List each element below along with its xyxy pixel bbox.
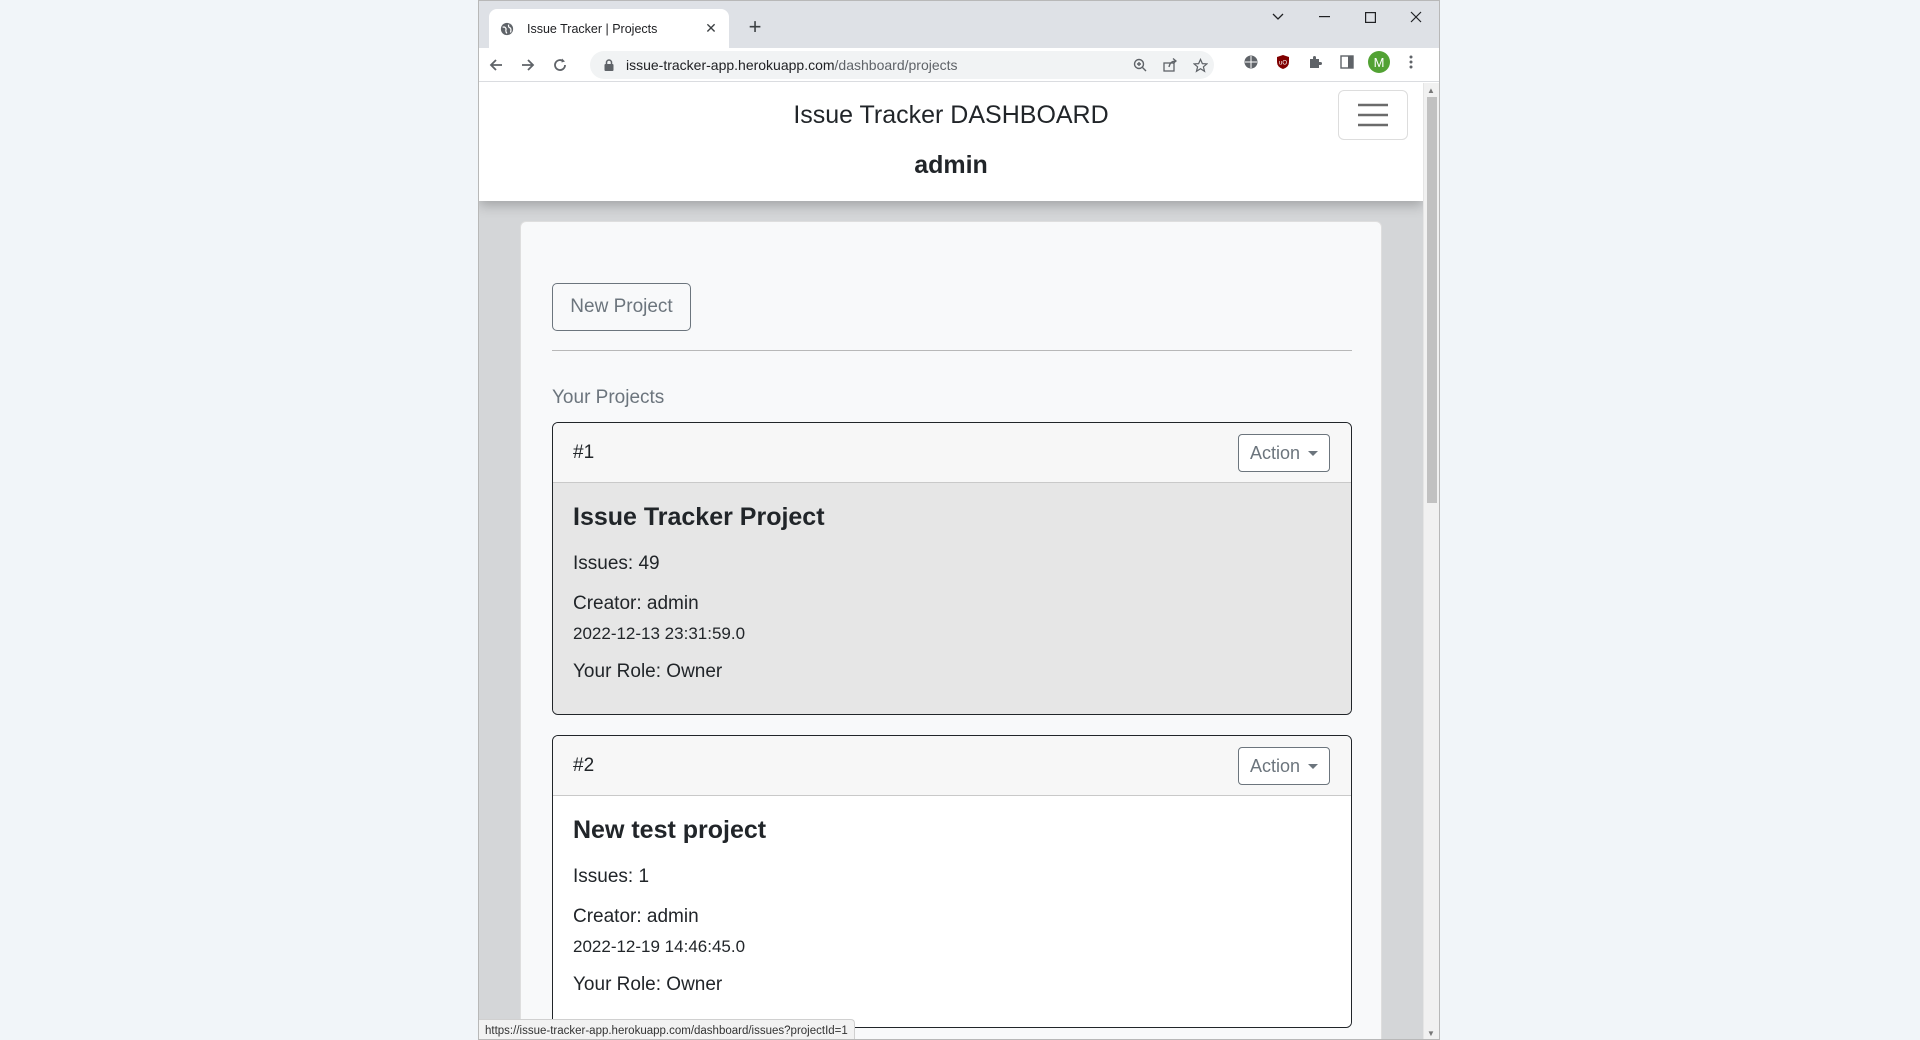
- project-created-date: 2022-12-19 14:46:45.0: [573, 937, 746, 956]
- section-heading: Your Projects: [552, 387, 665, 408]
- svg-text:uO: uO: [1279, 61, 1287, 67]
- address-bar[interactable]: issue-tracker-app.herokuapp.com/dashboar…: [590, 51, 1214, 79]
- new-project-button[interactable]: New Project: [552, 283, 691, 331]
- profile-avatar[interactable]: M: [1368, 51, 1390, 73]
- scroll-up-icon[interactable]: ▲: [1427, 86, 1435, 95]
- close-window-icon[interactable]: [1393, 1, 1439, 33]
- minimize-icon[interactable]: [1301, 1, 1347, 33]
- project-card-body[interactable]: New test project Issues: 1 Creator: admi…: [553, 796, 1351, 1027]
- project-created-date: 2022-12-13 23:31:59.0: [573, 624, 746, 643]
- divider: [552, 350, 1352, 351]
- action-dropdown-button[interactable]: Action: [1238, 747, 1330, 785]
- url-path: /dashboard/projects: [834, 57, 958, 73]
- close-tab-icon[interactable]: ✕: [703, 20, 719, 37]
- project-card-header: #2 Action: [553, 736, 1351, 796]
- url-host: issue-tracker-app.herokuapp.com: [626, 57, 835, 73]
- extension-globe-icon[interactable]: [1240, 51, 1262, 73]
- page-title: Issue Tracker DASHBOARD: [793, 101, 1109, 129]
- action-dropdown-button[interactable]: Action: [1238, 434, 1330, 472]
- side-panel-icon[interactable]: [1336, 51, 1358, 73]
- project-name: Issue Tracker Project: [573, 503, 825, 531]
- zoom-icon[interactable]: [1132, 57, 1148, 73]
- project-number: #1: [573, 442, 595, 463]
- project-number: #2: [573, 755, 595, 776]
- link-status-bar: https://issue-tracker-app.herokuapp.com/…: [479, 1019, 855, 1039]
- project-creator: Creator: admin: [573, 593, 699, 614]
- page-scrollbar[interactable]: ▲ ▼: [1423, 83, 1439, 1039]
- project-name: New test project: [573, 816, 767, 844]
- project-issues: Issues: 49: [573, 553, 660, 574]
- extensions-puzzle-icon[interactable]: [1304, 51, 1326, 73]
- hamburger-icon: [1358, 103, 1388, 127]
- tab-search-icon[interactable]: [1255, 1, 1301, 33]
- active-tab[interactable]: Issue Tracker | Projects ✕: [489, 9, 729, 48]
- project-creator: Creator: admin: [573, 906, 699, 927]
- lock-icon[interactable]: [602, 58, 616, 72]
- browser-menu-icon[interactable]: [1400, 51, 1422, 73]
- tab-strip: Issue Tracker | Projects ✕ +: [479, 1, 1439, 48]
- tab-title: Issue Tracker | Projects: [527, 21, 658, 36]
- username: admin: [914, 151, 988, 179]
- globe-icon: [499, 21, 515, 37]
- desktop: Issue Tracker | Projects ✕ + issue-track…: [0, 0, 1920, 1040]
- ublock-icon[interactable]: uO: [1272, 51, 1294, 73]
- project-role: Your Role: Owner: [573, 974, 723, 995]
- action-label: Action: [1249, 442, 1301, 463]
- app-header: Issue Tracker DASHBOARD admin: [479, 83, 1423, 201]
- extensions-area: uO M: [1240, 51, 1422, 73]
- scroll-down-icon[interactable]: ▼: [1427, 1029, 1435, 1038]
- forward-icon[interactable]: [513, 51, 543, 79]
- project-card[interactable]: #1 Action Issue Tracker Project Issues: …: [552, 422, 1352, 715]
- bookmark-star-icon[interactable]: [1192, 57, 1208, 73]
- project-card-body[interactable]: Issue Tracker Project Issues: 49 Creator…: [553, 483, 1351, 714]
- page-viewport: Issue Tracker DASHBOARD admin New Projec…: [479, 83, 1423, 1039]
- scrollbar-thumb[interactable]: [1427, 97, 1437, 503]
- caret-down-icon: [1308, 450, 1319, 456]
- caret-down-icon: [1308, 763, 1319, 769]
- browser-window: Issue Tracker | Projects ✕ + issue-track…: [478, 0, 1440, 1040]
- window-controls: [1255, 1, 1439, 33]
- menu-toggle-button[interactable]: [1338, 90, 1408, 140]
- share-icon[interactable]: [1162, 57, 1178, 73]
- new-tab-button[interactable]: +: [741, 13, 769, 41]
- project-card[interactable]: #2 Action New test project Issues: 1 Cre…: [552, 735, 1352, 1028]
- projects-card: New Project Your Projects #1 Action Issu…: [520, 221, 1382, 1039]
- project-card-header: #1 Action: [553, 423, 1351, 483]
- action-label: Action: [1249, 755, 1301, 776]
- maximize-icon[interactable]: [1347, 1, 1393, 33]
- project-role: Your Role: Owner: [573, 661, 723, 682]
- project-issues: Issues: 1: [573, 866, 650, 887]
- back-icon[interactable]: [481, 51, 511, 79]
- reload-icon[interactable]: [545, 51, 575, 79]
